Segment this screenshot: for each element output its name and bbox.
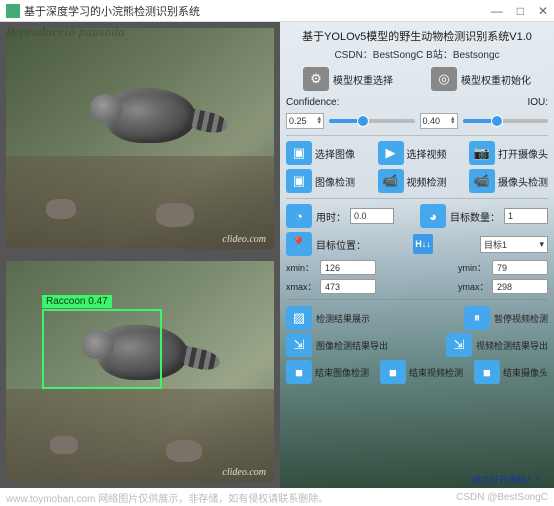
pause-icon: ⏸: [464, 306, 490, 330]
camera-icon: 📷: [469, 141, 495, 165]
window-title: 基于深度学习的小浣熊检测识别系统: [24, 3, 491, 19]
app-subtitle: CSDN：BestSongC B站：Bestsongc: [286, 46, 548, 61]
time-label: 用时：: [316, 209, 346, 224]
ymax-label: ymax：: [458, 280, 488, 293]
xmax-label: xmax：: [286, 280, 316, 293]
export-video-button[interactable]: 视频检测结果导出: [476, 339, 548, 352]
target-count-value: 1: [504, 208, 548, 224]
watermark-left: www.toymoban.com 网络图片仅供展示，非存储，如有侵权请联系删除。: [6, 490, 328, 505]
video-detect-button[interactable]: 视频检测: [407, 174, 447, 189]
close-button[interactable]: ✕: [538, 4, 548, 18]
ymin-label: ymin：: [458, 261, 488, 274]
ymax-value: 298: [492, 279, 548, 294]
ymin-value: 79: [492, 260, 548, 275]
time-value: 0.0: [350, 208, 394, 224]
page-footer-watermark: www.toymoban.com 网络图片仅供展示，非存储，如有侵权请联系删除。…: [0, 488, 554, 506]
pause-video-button[interactable]: 暂停视频检测: [494, 312, 548, 325]
detection-video-view: Raccoon 0.47 clideo.com: [6, 261, 274, 482]
xmin-label: xmin：: [286, 261, 316, 274]
raccoon-shape: [106, 88, 196, 143]
end-image-button[interactable]: 结束图像检测: [315, 366, 369, 379]
result-show-button[interactable]: 检测结果展示: [316, 312, 370, 325]
end-camera-button[interactable]: 结束摄像头: [503, 366, 548, 379]
webcam-icon: 📹: [378, 169, 404, 193]
confidence-input[interactable]: 0.25▴▾: [286, 113, 324, 129]
target-select[interactable]: 目标1▾: [480, 236, 548, 253]
export-image-button[interactable]: 图像检测结果导出: [316, 339, 388, 352]
play-icon: ▶: [378, 141, 404, 165]
stop-icon: ■: [474, 360, 500, 384]
image-icon: ▣: [286, 141, 312, 165]
image-detect-icon: ▣: [286, 169, 312, 193]
chart-icon: ▨: [286, 306, 312, 330]
status-text: 成功打开视频！！: [472, 473, 544, 486]
pin-icon: 📍: [286, 232, 312, 256]
target-icon: ◎: [431, 67, 457, 91]
camcorder-icon: 📹: [469, 169, 495, 193]
title-bar: 基于深度学习的小浣熊检测识别系统 — □ ✕: [0, 0, 554, 22]
video-brand-watermark: clideo.com: [222, 467, 266, 478]
coord-badge: H↓↓: [413, 234, 433, 254]
camera-detect-button[interactable]: 摄像头检测: [498, 174, 548, 189]
image-detect-button[interactable]: 图像检测: [315, 174, 355, 189]
weight-init-button[interactable]: 模型权重初始化: [461, 72, 531, 87]
original-video-view: clideo.com: [6, 28, 274, 249]
watermark-right: CSDN @BestSongC: [456, 492, 548, 503]
select-video-button[interactable]: 选择视频: [407, 146, 447, 161]
end-video-button[interactable]: 结束视频检测: [409, 366, 463, 379]
iou-slider[interactable]: [463, 119, 549, 123]
stop-icon: ■: [286, 360, 312, 384]
detection-label: Raccoon 0.47: [42, 295, 112, 308]
app-title: 基于YOLOv5模型的野生动物检测识别系统V1.0: [286, 28, 548, 44]
target-position-label: 目标位置：: [316, 237, 366, 252]
confidence-label: Confidence:: [286, 97, 339, 108]
control-panel: 基于YOLOv5模型的野生动物检测识别系统V1.0 CSDN：BestSongC…: [280, 22, 554, 488]
video-column: clideo.com Raccoon 0.47 clideo.com: [0, 22, 280, 488]
open-camera-button[interactable]: 打开摄像头: [498, 146, 548, 161]
stop-icon: ■: [380, 360, 406, 384]
xmin-value: 126: [320, 260, 376, 275]
playback-paused-watermark: Reproducció pausada: [6, 24, 125, 40]
maximize-button[interactable]: □: [517, 4, 524, 18]
clock-icon: ◔: [286, 204, 312, 228]
weight-select-button[interactable]: 模型权重选择: [333, 72, 393, 87]
iou-label: IOU:: [527, 97, 548, 108]
select-image-button[interactable]: 选择图像: [315, 146, 355, 161]
pie-icon: ◕: [420, 204, 446, 228]
xmax-value: 473: [320, 279, 376, 294]
minimize-button[interactable]: —: [491, 4, 503, 18]
iou-input[interactable]: 0.40▴▾: [420, 113, 458, 129]
gear-icon: ⚙: [303, 67, 329, 91]
export-icon: ⇲: [446, 333, 472, 357]
target-count-label: 目标数量：: [450, 209, 500, 224]
confidence-slider[interactable]: [329, 119, 415, 123]
video-brand-watermark: clideo.com: [222, 234, 266, 245]
detection-bbox: Raccoon 0.47: [42, 309, 162, 389]
export-icon: ⇲: [286, 333, 312, 357]
app-icon: [6, 4, 20, 18]
